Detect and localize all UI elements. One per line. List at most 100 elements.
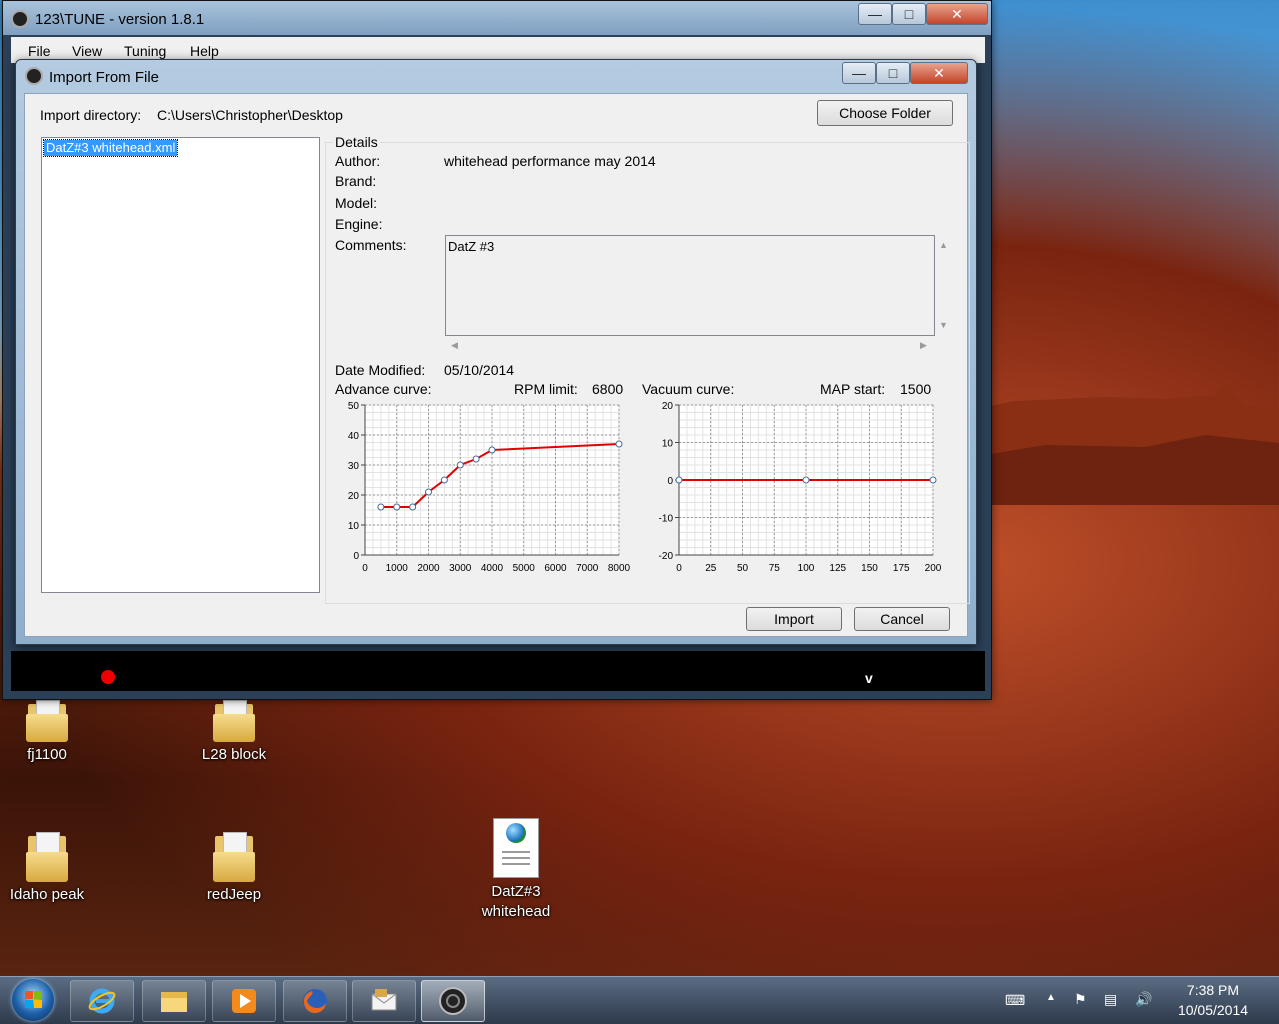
x-tick-label: 50 xyxy=(737,563,749,574)
import-directory-label: Import directory: xyxy=(40,107,142,123)
cancel-button[interactable]: Cancel xyxy=(854,607,950,631)
menu-file[interactable]: File xyxy=(28,43,51,59)
scroll-left-icon[interactable]: ◀ xyxy=(451,340,458,351)
data-point xyxy=(425,488,432,496)
close-button[interactable]: ✕ xyxy=(926,3,988,25)
desktop-folder-fj1100[interactable]: fj1100 xyxy=(2,700,92,763)
data-point xyxy=(472,455,480,463)
y-tick-label: -20 xyxy=(659,551,674,562)
x-tick-label: 0 xyxy=(362,563,368,574)
action-center-flag-icon[interactable]: ⚑ xyxy=(1074,991,1087,1008)
y-tick-label: 20 xyxy=(348,491,360,502)
taskbar-outlook[interactable] xyxy=(352,980,416,1022)
taskbar-clock[interactable]: 7:38 PM 10/05/2014 xyxy=(1168,980,1258,1020)
y-tick-label: 0 xyxy=(353,551,359,562)
outlook-icon xyxy=(371,989,397,1011)
dialog-title: Import From File xyxy=(49,69,160,86)
comments-text: DatZ #3 xyxy=(448,239,495,254)
model-label: Model: xyxy=(335,195,378,211)
folder-icon xyxy=(26,700,68,742)
data-point xyxy=(456,461,464,469)
rpm-limit-label: RPM limit: xyxy=(514,381,578,397)
scroll-up-icon[interactable]: ▲ xyxy=(939,240,948,250)
x-tick-label: 125 xyxy=(829,563,846,574)
x-tick-label: 200 xyxy=(925,563,942,574)
x-tick-label: 75 xyxy=(769,563,781,574)
maximize-button[interactable]: □ xyxy=(892,3,926,25)
y-tick-label: 10 xyxy=(662,439,674,450)
file-list-item[interactable]: DatZ#3 whitehead.xml xyxy=(42,139,179,157)
start-button[interactable] xyxy=(12,979,54,1021)
file-list[interactable]: DatZ#3 whitehead.xml xyxy=(41,137,320,593)
y-tick-label: 10 xyxy=(348,521,360,532)
data-point xyxy=(488,446,496,454)
firefox-icon xyxy=(303,989,327,1014)
data-point xyxy=(393,503,401,511)
main-status-area: v xyxy=(11,651,985,691)
folder-icon xyxy=(213,700,255,742)
version-marker[interactable]: v xyxy=(865,670,873,686)
desktop-icon-label: redJeep xyxy=(206,886,262,903)
author-label: Author: xyxy=(335,153,381,169)
folder-icon xyxy=(26,832,68,882)
import-button[interactable]: Import xyxy=(746,607,842,631)
choose-folder-button[interactable]: Choose Folder xyxy=(817,100,953,126)
menu-view[interactable]: View xyxy=(72,43,102,59)
taskbar-media-player[interactable] xyxy=(212,980,276,1022)
main-titlebar[interactable]: 123\TUNE - version 1.8.1 — □ ✕ xyxy=(3,1,991,35)
folder-icon xyxy=(213,832,255,882)
menu-help[interactable]: Help xyxy=(190,43,219,59)
clock-date: 10/05/2014 xyxy=(1177,1002,1249,1018)
main-window-title: 123\TUNE - version 1.8.1 xyxy=(35,11,205,28)
desktop-folder-idaho-peak[interactable]: Idaho peak xyxy=(2,832,92,903)
desktop-folder-l28-block[interactable]: L28 block xyxy=(189,700,279,763)
minimize-button[interactable]: — xyxy=(858,3,892,25)
keyboard-icon[interactable]: ⌨ xyxy=(1005,992,1025,1009)
y-tick-label: 40 xyxy=(348,431,360,442)
x-tick-label: 3000 xyxy=(449,563,472,574)
rpm-limit-value: 6800 xyxy=(592,381,624,397)
taskbar-windows-explorer[interactable] xyxy=(142,980,206,1022)
volume-icon[interactable]: 🔊 xyxy=(1135,991,1152,1008)
desktop-icon-label: fj1100 xyxy=(27,746,67,763)
record-indicator-icon xyxy=(101,670,115,684)
date-modified-label: Date Modified: xyxy=(335,362,426,378)
comments-textbox[interactable]: DatZ #3 xyxy=(445,235,935,336)
x-tick-label: 5000 xyxy=(513,563,536,574)
wallpaper-mesa xyxy=(985,385,1279,505)
dialog-minimize-button[interactable]: — xyxy=(842,62,876,84)
desktop-file-datz3-whitehead[interactable]: DatZ#3 whitehead xyxy=(471,818,561,922)
desktop-icon-label: Idaho peak xyxy=(9,886,85,903)
dialog-close-button[interactable]: ✕ xyxy=(910,62,968,84)
desktop-folder-redjeep[interactable]: redJeep xyxy=(189,832,279,903)
taskbar-internet-explorer[interactable] xyxy=(70,980,134,1022)
network-icon[interactable]: ▤ xyxy=(1104,991,1117,1008)
y-tick-label: 0 xyxy=(667,476,673,487)
x-tick-label: 25 xyxy=(705,563,717,574)
import-directory-value: C:\Users\Christopher\Desktop xyxy=(157,107,343,123)
dialog-maximize-button[interactable]: □ xyxy=(876,62,910,84)
show-hidden-icons-icon[interactable]: ▲ xyxy=(1046,992,1056,1003)
x-tick-label: 100 xyxy=(798,563,815,574)
media-player-icon xyxy=(232,989,256,1013)
y-tick-label: 20 xyxy=(662,401,674,412)
clock-time: 7:38 PM xyxy=(1186,982,1240,998)
taskbar: ⌨ ▲ ⚑ ▤ 🔊 xyxy=(0,976,1279,1024)
x-tick-label: 0 xyxy=(676,563,682,574)
taskbar-123tune[interactable] xyxy=(421,980,485,1022)
scroll-right-icon[interactable]: ▶ xyxy=(920,340,927,351)
import-dialog: Import From File — □ ✕ Import directory:… xyxy=(15,59,977,645)
menu-tuning[interactable]: Tuning xyxy=(124,43,166,59)
brand-label: Brand: xyxy=(335,173,377,189)
data-point xyxy=(409,503,417,511)
advance-curve-chart: 0 1000 2000 3000 4000 5000 6000 7000 8000 0 10 20 30… xyxy=(348,401,631,574)
taskbar-firefox[interactable] xyxy=(283,980,347,1022)
desktop-icon-label: L28 block xyxy=(201,746,267,763)
scroll-down-icon[interactable]: ▼ xyxy=(939,320,948,330)
date-modified-value: 05/10/2014 xyxy=(444,362,515,378)
app-logo-icon xyxy=(11,10,29,28)
data-point xyxy=(615,440,623,448)
desktop-icon-label: DatZ#3 whitehead xyxy=(481,883,551,920)
x-tick-label: 4000 xyxy=(481,563,504,574)
details-group-label: Details xyxy=(333,134,380,150)
